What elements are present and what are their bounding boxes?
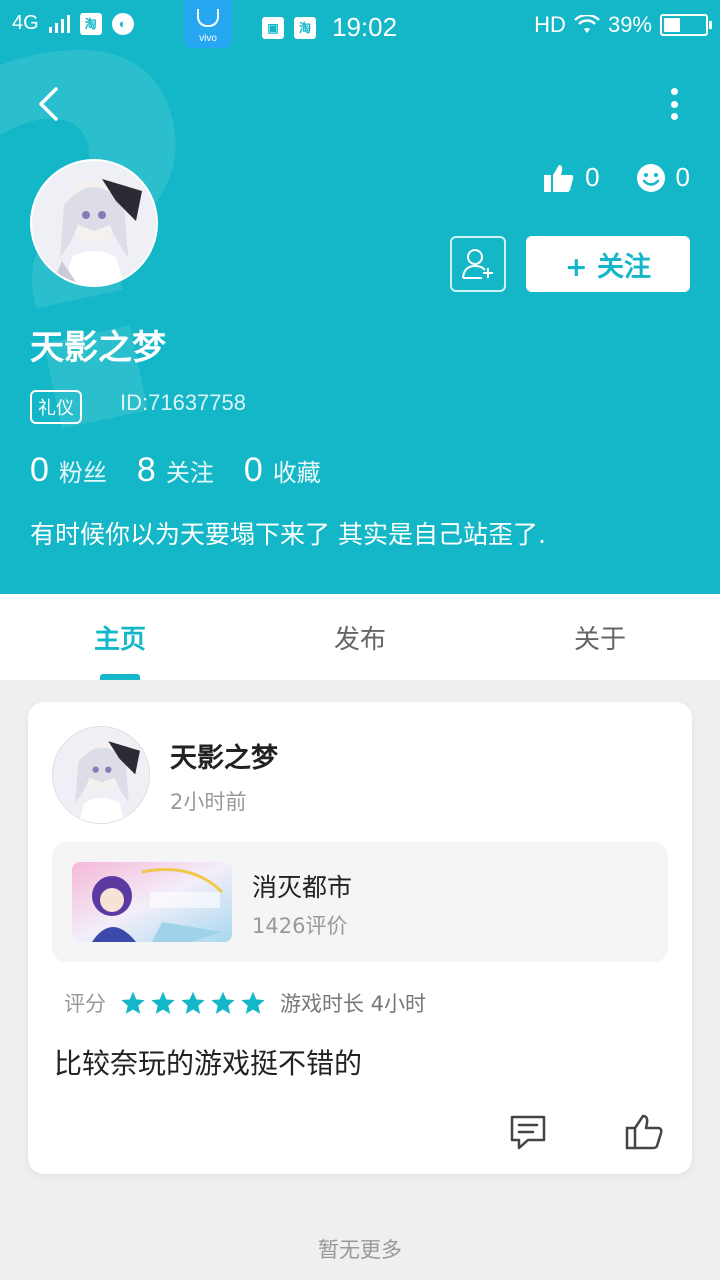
status-left: 4G 淘 ◐ <box>12 12 134 35</box>
favorites-label: 收藏 <box>272 459 321 487</box>
post-author[interactable]: 天影之梦 <box>170 736 278 775</box>
status-bar: 4G 淘 ◐ vivo ▣ 淘 19:02 HD 39% <box>0 0 720 50</box>
game-cover-image <box>72 862 232 942</box>
chevron-left-icon <box>39 87 58 121</box>
smiles-count: 0 <box>675 162 690 192</box>
fans-number: 0 <box>30 451 49 489</box>
tab-posts[interactable]: 发布 <box>240 594 480 680</box>
rating-row: 评分 游戏时长 4小时 <box>64 988 426 1018</box>
likes-count: 0 <box>585 162 600 192</box>
likes-stat[interactable]: 0 <box>543 162 600 193</box>
star-icon <box>121 991 145 1014</box>
following-label: 关注 <box>165 459 214 487</box>
wifi-icon <box>574 15 600 33</box>
avatar[interactable] <box>30 159 158 287</box>
review-card[interactable]: 天影之梦 2小时前 消灭都市 1426评价 评分 游戏时长 4小时 比较奈玩的游… <box>28 702 692 1174</box>
hd-indicator: HD <box>534 12 566 37</box>
playtime: 游戏时长 4小时 <box>280 992 427 1016</box>
battery-fill <box>664 18 680 32</box>
status-right: HD 39% <box>534 12 712 38</box>
clock: 19:02 <box>332 12 398 42</box>
review-text: 比较奈玩的游戏挺不错的 <box>54 1047 363 1080</box>
nickname: 天影之梦 <box>30 328 166 368</box>
user-badge: 礼仪 <box>30 390 82 424</box>
signal-icon <box>48 14 70 33</box>
fans-label: 粉丝 <box>58 459 107 487</box>
following-number: 8 <box>136 451 156 489</box>
tab-about[interactable]: 关于 <box>480 594 720 680</box>
comment-icon <box>510 1115 546 1150</box>
thumb-up-icon <box>544 164 574 192</box>
more-dots-icon <box>670 88 678 95</box>
network-type: 4G <box>12 12 39 34</box>
card-avatar[interactable] <box>52 726 150 824</box>
favorites-number: 0 <box>243 451 263 489</box>
smiles-stat[interactable]: 0 <box>636 162 690 193</box>
star-icon <box>151 991 175 1014</box>
rating-label: 评分 <box>64 992 106 1016</box>
profile-header: ? 4G 淘 ◐ vivo ▣ 淘 19:02 HD 39% 0 0 + 关注 … <box>0 0 720 594</box>
fans-count[interactable]: 0 粉丝 <box>30 451 107 490</box>
star-rating <box>120 990 266 1016</box>
profile-counts: 0 粉丝 8 关注 0 收藏 <box>30 451 321 490</box>
post-time: 2小时前 <box>170 790 247 814</box>
star-icon <box>211 991 235 1014</box>
card-avatar-image <box>53 727 149 823</box>
no-more-text: 暂无更多 <box>318 1238 402 1262</box>
battery-icon <box>660 14 712 36</box>
user-bio: 有时候你以为天要塌下来了 其实是自己站歪了. <box>30 520 546 549</box>
smile-icon <box>636 163 665 192</box>
game-thumbnail <box>72 862 232 942</box>
status-mid: ▣ 淘 19:02 <box>262 12 397 43</box>
favorites-count[interactable]: 0 收藏 <box>244 451 321 490</box>
avatar-image <box>32 161 156 285</box>
browser-icon: ◐ <box>111 12 134 35</box>
game-review-count: 1426评价 <box>252 914 348 938</box>
taobao-icon: 淘 <box>79 12 102 35</box>
follow-button[interactable]: + 关注 <box>526 236 690 292</box>
tab-home[interactable]: 主页 <box>0 594 240 680</box>
comment-button[interactable] <box>508 1112 548 1152</box>
add-friend-button[interactable] <box>450 236 506 292</box>
game-name: 消灭都市 <box>252 873 353 902</box>
more-options-button[interactable] <box>664 84 684 124</box>
profile-reactions: 0 0 <box>543 162 690 193</box>
battery-percent: 39% <box>607 12 652 37</box>
vivo-appstore-icon: vivo <box>184 0 232 48</box>
star-icon <box>181 991 205 1014</box>
star-icon <box>241 991 265 1014</box>
like-button[interactable] <box>624 1112 664 1152</box>
game-info[interactable]: 消灭都市 1426评价 <box>52 842 668 962</box>
message-icon: ▣ <box>262 16 284 39</box>
back-button[interactable] <box>28 82 68 126</box>
profile-tabs: 主页 发布 关于 <box>0 594 720 680</box>
vivo-label: vivo <box>199 33 217 44</box>
taobao-icon-2: 淘 <box>294 16 316 39</box>
following-count[interactable]: 8 关注 <box>137 451 214 490</box>
add-user-icon <box>462 249 493 279</box>
thumb-up-outline-icon <box>625 1114 663 1150</box>
user-id: ID:71637758 <box>120 390 246 415</box>
